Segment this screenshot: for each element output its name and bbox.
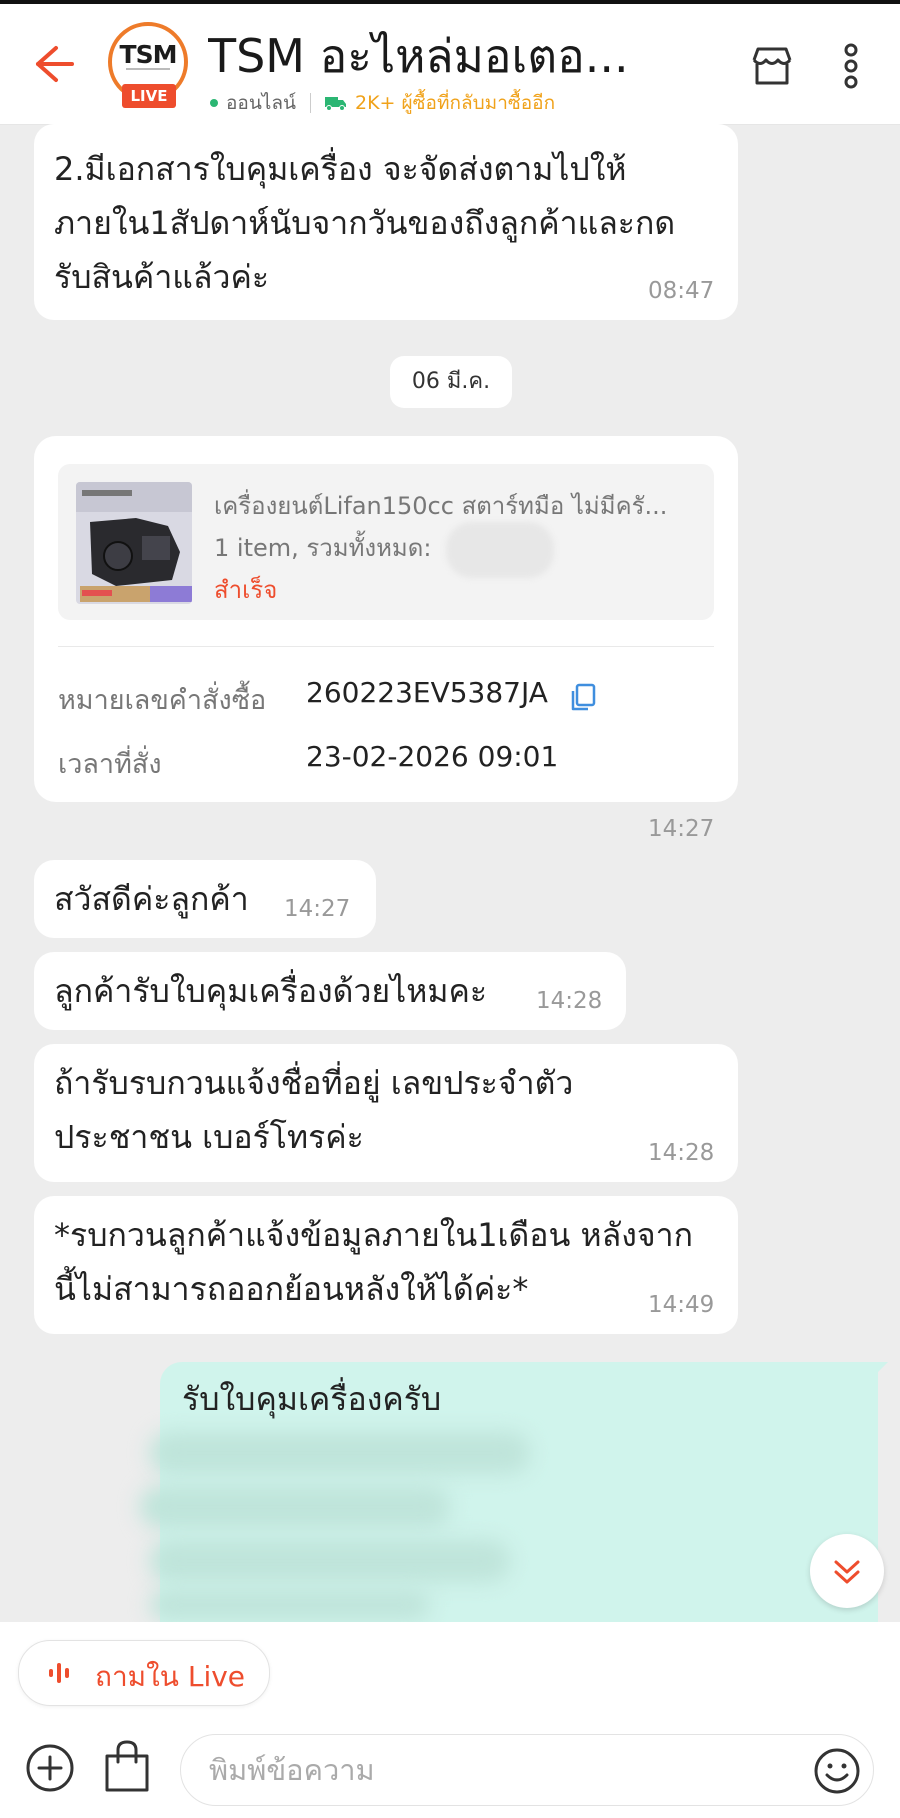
message-text: ลูกค้ารับใบคุมเครื่องด้วยไหมคะ <box>54 972 488 1010</box>
order-product[interactable]: เครื่องยนต์Lifan150cc สตาร์ทมือ ไม่มีครั… <box>58 464 714 620</box>
order-number-label: หมายเลขคำสั่งซื้อ <box>58 685 267 716</box>
message-input[interactable] <box>180 1734 874 1806</box>
more-vertical-icon[interactable] <box>836 40 866 92</box>
status-divider <box>310 93 311 113</box>
chat-input-bar: ถามใน Live <box>0 1622 900 1818</box>
outgoing-message-text: รับใบคุมเครื่องครับ <box>182 1380 442 1418</box>
returning-buyers: 2K+ ผู้ซื้อที่กลับมาซื้ออีก <box>355 92 556 114</box>
shop-logo-underline <box>126 68 170 70</box>
product-thumbnail <box>76 482 192 604</box>
chevron-double-down-icon <box>834 1560 860 1584</box>
redacted-text <box>150 1590 430 1620</box>
redacted-text <box>150 1432 530 1474</box>
shop-logo-text: TSM <box>119 40 178 69</box>
message-text: 2.มีเอกสารใบคุมเครื่อง จะจัดส่งตามไปให้ … <box>54 150 676 296</box>
order-status: สำเร็จ <box>214 576 278 604</box>
product-name: เครื่องยนต์Lifan150cc สตาร์ทมือ ไม่มีครั… <box>214 492 668 520</box>
message-time: 14:28 <box>536 988 603 1014</box>
redacted-price <box>446 522 554 578</box>
engine-image-icon <box>76 482 192 604</box>
message-text: ถ้ารับรบกวนแจ้งชื่อที่อยู่ เลขประจำตัว ป… <box>54 1064 574 1156</box>
copy-icon[interactable] <box>568 682 598 712</box>
order-time: 23-02-2026 09:01 <box>306 740 559 773</box>
shop-status-row: ออนไลน์ 2K+ ผู้ซื้อที่กลับมาซื้ออีก <box>210 88 555 118</box>
live-badge: LIVE <box>122 84 176 108</box>
online-status: ออนไลน์ <box>226 92 296 114</box>
card-divider <box>58 646 714 647</box>
message-text: *รบกวนลูกค้าแจ้งข้อมูลภายใน1เดือน หลังจา… <box>54 1216 693 1308</box>
order-time-label: เวลาที่สั่ง <box>58 749 162 780</box>
message-bubble[interactable]: 2.มีเอกสารใบคุมเครื่อง จะจัดส่งตามไปให้ … <box>34 124 738 320</box>
truck-icon <box>325 97 346 111</box>
shopping-bag-icon[interactable] <box>100 1738 154 1794</box>
message-time: 08:47 <box>648 278 715 304</box>
message-time: 14:27 <box>284 896 351 922</box>
back-arrow-icon[interactable] <box>26 38 78 90</box>
ask-in-live-button[interactable]: ถามใน Live <box>18 1640 270 1706</box>
order-number: 260223EV5387JA <box>306 676 548 709</box>
scroll-to-bottom-button[interactable] <box>810 1534 884 1608</box>
redacted-text <box>150 1540 510 1582</box>
ask-in-live-label: ถามใน Live <box>95 1660 246 1693</box>
redacted-text <box>140 1486 450 1528</box>
shop-name[interactable]: TSM อะไหล่มอเตอ... <box>208 20 708 93</box>
message-bubble[interactable]: *รบกวนลูกค้าแจ้งข้อมูลภายใน1เดือน หลังจา… <box>34 1196 738 1334</box>
order-card[interactable]: เครื่องยนต์Lifan150cc สตาร์ทมือ ไม่มีครั… <box>34 436 738 802</box>
product-total-label: 1 item, รวมทั้งหมด: <box>214 534 432 562</box>
emoji-icon[interactable] <box>812 1746 862 1796</box>
date-separator: 06 มี.ค. <box>390 356 512 408</box>
online-dot-icon <box>210 99 218 107</box>
store-icon[interactable] <box>748 42 796 90</box>
plus-circle-icon[interactable] <box>24 1742 76 1794</box>
audio-wave-icon <box>49 1663 69 1683</box>
chat-header: TSM LIVE TSM อะไหล่มอเตอ... ออนไลน์ 2K+ … <box>0 4 900 125</box>
message-bubble[interactable]: ถ้ารับรบกวนแจ้งชื่อที่อยู่ เลขประจำตัว ป… <box>34 1044 738 1182</box>
message-time: 14:27 <box>648 816 715 842</box>
message-time: 14:28 <box>648 1140 715 1166</box>
message-time: 14:49 <box>648 1292 715 1318</box>
